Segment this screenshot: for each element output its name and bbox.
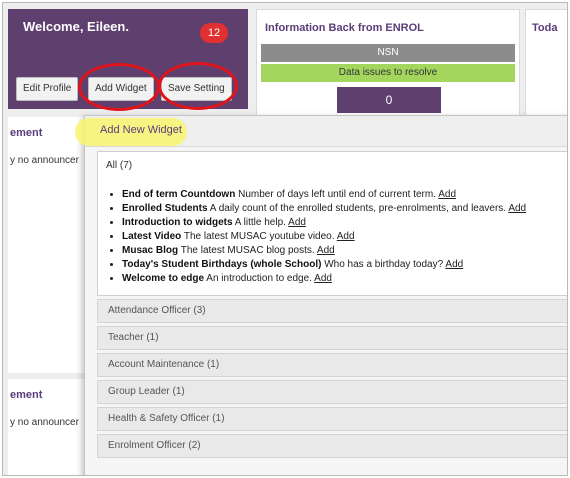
widget-description: Number of days left until end of current… [238, 189, 436, 200]
widget-description: An introduction to edge. [206, 273, 312, 284]
edit-profile-button[interactable]: Edit Profile [16, 77, 79, 101]
issues-bar[interactable]: Data issues to resolve [261, 64, 515, 82]
widget-item: Today's Student Birthdays (whole School)… [122, 258, 567, 272]
welcome-title: Welcome, Eileen. [23, 19, 129, 34]
enrol-title: Information Back from ENROL [265, 22, 424, 34]
widget-name: Latest Video [122, 231, 182, 242]
widget-item: Introduction to widgets A little help. A… [122, 216, 567, 230]
add-widget-link[interactable]: Add [288, 217, 306, 228]
issues-count[interactable]: 0 [337, 87, 441, 113]
add-widget-link[interactable]: Add [438, 189, 456, 200]
announcements-heading: ement [10, 389, 43, 401]
widget-item: Enrolled Students A daily count of the e… [122, 202, 567, 216]
save-setting-button[interactable]: Save Setting [161, 77, 232, 101]
screenshot-frame: Welcome, Eileen. 12 Edit Profile Add Wid… [2, 2, 568, 476]
nsn-bar[interactable]: NSN [261, 44, 515, 62]
widget-item: Welcome to edge An introduction to edge.… [122, 272, 567, 286]
today-title: Toda [532, 22, 558, 34]
widget-name: Enrolled Students [122, 203, 208, 214]
add-widget-link[interactable]: Add [314, 273, 332, 284]
category-teacher[interactable]: Teacher (1) [97, 326, 567, 350]
welcome-panel: Welcome, Eileen. 12 Edit Profile Add Wid… [8, 9, 248, 111]
category-label: Group Leader (1) [108, 386, 185, 397]
category-label: Teacher (1) [108, 332, 159, 343]
dialog-header: Add New Widget [75, 116, 567, 147]
announcements-heading: ement [10, 127, 43, 139]
category-health-safety-officer[interactable]: Health & Safety Officer (1) [97, 407, 567, 431]
widget-name: End of term Countdown [122, 189, 236, 200]
widget-item: End of term Countdown Number of days lef… [122, 188, 567, 202]
all-widgets-header[interactable]: All (7) [106, 160, 132, 171]
category-account-maintenance[interactable]: Account Maintenance (1) [97, 353, 567, 377]
add-widget-link[interactable]: Add [317, 245, 335, 256]
add-widget-link[interactable]: Add [445, 259, 463, 270]
widget-item: Latest Video The latest MUSAC youtube vi… [122, 230, 567, 244]
category-attendance-officer[interactable]: Attendance Officer (3) [97, 299, 567, 323]
add-widget-link[interactable]: Add [508, 203, 526, 214]
announcements-panel: ement y no announcer [8, 117, 86, 373]
category-label: Health & Safety Officer (1) [108, 413, 225, 424]
widget-description: A daily count of the enrolled students, … [209, 203, 507, 214]
widget-name: Musac Blog [122, 245, 179, 256]
widget-name: Welcome to edge [122, 273, 205, 284]
category-enrolment-officer[interactable]: Enrolment Officer (2) [97, 434, 567, 458]
today-panel: Toda [525, 9, 567, 116]
add-widget-button[interactable]: Add Widget [88, 77, 154, 101]
widget-name: Introduction to widgets [122, 217, 233, 228]
widget-name: Today's Student Birthdays (whole School) [122, 259, 322, 270]
category-label: Attendance Officer (3) [108, 305, 206, 316]
category-group-leader[interactable]: Group Leader (1) [97, 380, 567, 404]
category-label: Account Maintenance (1) [108, 359, 220, 370]
dialog-title: Add New Widget [100, 124, 182, 136]
widget-list: End of term Countdown Number of days lef… [106, 188, 567, 286]
category-label: Enrolment Officer (2) [108, 440, 201, 451]
widget-item: Musac Blog The latest MUSAC blog posts. … [122, 244, 567, 258]
widget-description: The latest MUSAC blog posts. [180, 245, 315, 256]
announcements-panel: ement y no announcer [8, 379, 86, 475]
announcements-text: y no announcer [10, 417, 79, 428]
all-widgets-panel: All (7) End of term Countdown Number of … [97, 151, 567, 296]
add-widget-dialog: Add New Widget All (7) End of term Count… [75, 115, 567, 475]
widget-description: A little help. [234, 217, 286, 228]
add-widget-link[interactable]: Add [337, 231, 355, 242]
enrol-panel: Information Back from ENROL NSN Data iss… [256, 9, 520, 116]
notification-badge[interactable]: 12 [200, 23, 228, 43]
widget-description: Who has a birthday today? [324, 259, 444, 270]
widget-description: The latest MUSAC youtube video. [183, 231, 335, 242]
announcements-text: y no announcer [10, 155, 79, 166]
